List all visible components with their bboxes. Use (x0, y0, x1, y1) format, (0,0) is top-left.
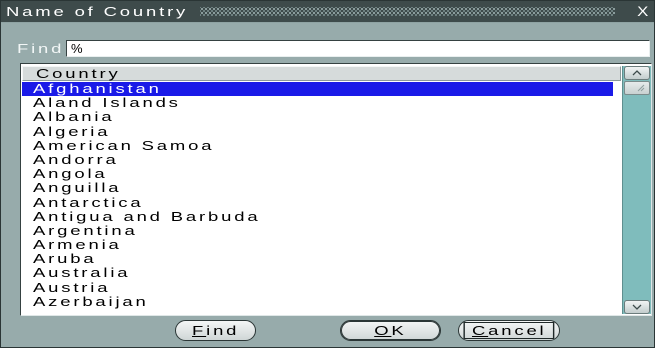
list-item-label: Anguilla (33, 181, 122, 196)
list-item-label: Antigua and Barbuda (33, 209, 261, 224)
list-item-label: American Samoa (33, 138, 215, 153)
scroll-up-button[interactable] (624, 66, 650, 80)
list-item[interactable]: Algeria (22, 125, 613, 139)
list-item-label: Aland Islands (33, 96, 181, 111)
ok-button-label: OK (374, 323, 407, 338)
list-item[interactable]: Angola (22, 167, 613, 181)
chevron-down-icon (632, 304, 642, 310)
chevron-up-icon (632, 70, 642, 76)
list-item[interactable]: Armenia (22, 238, 613, 252)
title-bar-grip (200, 7, 615, 16)
list-item[interactable]: Antigua and Barbuda (22, 210, 613, 224)
vertical-scrollbar[interactable] (622, 66, 651, 314)
list-item-label: Afghanistan (33, 82, 162, 96)
ok-button[interactable]: OK (340, 320, 441, 341)
list-item-label: Austria (33, 280, 111, 295)
list-item[interactable]: Argentina (22, 224, 613, 238)
find-button[interactable]: Find (175, 320, 256, 341)
column-header-label: Country (36, 66, 121, 81)
list-item[interactable]: Antarctica (22, 196, 613, 210)
close-icon: X (637, 3, 649, 19)
list-item-label: Azerbaijan (33, 294, 149, 309)
cancel-button[interactable]: Cancel (458, 320, 560, 341)
find-input[interactable] (66, 40, 650, 57)
list-item[interactable]: Azerbaijan (22, 295, 613, 309)
list-item[interactable]: Afghanistan (22, 82, 613, 97)
list-item[interactable]: Austria (22, 281, 613, 295)
lov-dialog: Name of Country X Find Country Afghanist… (0, 0, 655, 348)
list-item-label: Antarctica (33, 195, 144, 210)
grip-icon (637, 84, 645, 92)
list-item[interactable]: Anguilla (22, 181, 613, 195)
list-item[interactable]: Aruba (22, 252, 613, 266)
list-item-label: Armenia (33, 238, 122, 253)
list-item[interactable]: Albania (22, 110, 613, 124)
list-rows: Afghanistan Aland Islands Albania Algeri… (22, 82, 613, 309)
find-label: Find (17, 41, 65, 56)
country-list: Country Afghanistan Aland Islands Albani… (20, 63, 652, 316)
list-item[interactable]: Aland Islands (22, 96, 613, 110)
close-button[interactable]: X (635, 3, 651, 20)
cancel-button-label: Cancel (463, 322, 555, 339)
window-title: Name of Country (6, 4, 189, 19)
list-item-label: Australia (33, 266, 131, 281)
list-item-label: Angola (33, 167, 108, 182)
find-button-label: Find (191, 323, 240, 338)
list-item[interactable]: Andorra (22, 153, 613, 167)
list-item[interactable]: American Samoa (22, 139, 613, 153)
scrollbar-thumb[interactable] (624, 81, 650, 95)
list-item-label: Argentina (33, 223, 138, 238)
column-header: Country (22, 66, 621, 81)
scroll-down-button[interactable] (624, 300, 650, 314)
list-item-label: Andorra (33, 152, 119, 167)
title-bar[interactable]: Name of Country X (1, 1, 654, 23)
list-item-label: Albania (33, 110, 115, 125)
list-item-label: Algeria (33, 124, 111, 139)
list-item[interactable]: Australia (22, 266, 613, 280)
list-item-label: Aruba (33, 252, 97, 267)
